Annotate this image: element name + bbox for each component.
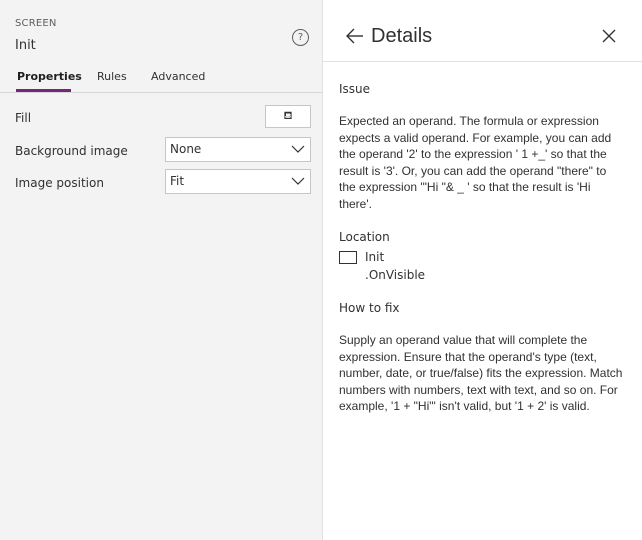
close-icon[interactable] — [601, 28, 617, 44]
background-image-dropdown[interactable]: None — [165, 137, 311, 162]
issue-heading: Issue — [339, 82, 371, 96]
back-arrow-icon[interactable] — [345, 27, 365, 45]
header-divider — [323, 61, 642, 62]
fill-label: Fill — [15, 111, 32, 125]
location-name[interactable]: Init — [365, 250, 384, 264]
tab-properties[interactable]: Properties — [17, 70, 82, 83]
help-icon[interactable]: ? — [292, 29, 309, 46]
background-image-value: None — [170, 142, 202, 156]
screen-name: Init — [15, 38, 36, 53]
image-position-dropdown[interactable]: Fit — [165, 169, 311, 194]
fix-heading: How to fix — [339, 301, 400, 315]
issue-description: Expected an operand. The formula or expr… — [339, 114, 612, 211]
tab-advanced[interactable]: Advanced — [151, 70, 205, 83]
image-position-label: Image position — [15, 176, 104, 190]
background-image-label: Background image — [15, 144, 128, 158]
fill-color-picker[interactable]: ⛾ — [265, 105, 311, 128]
details-panel: Details Issue Expected an operand. The f… — [323, 0, 642, 540]
property-tabs: Properties Rules Advanced — [0, 62, 322, 93]
chevron-down-icon — [291, 177, 305, 185]
fix-description: Supply an operand value that will comple… — [339, 333, 623, 413]
details-title: Details — [371, 25, 433, 47]
image-position-value: Fit — [170, 174, 185, 188]
location-heading: Location — [339, 230, 390, 244]
active-tab-indicator — [16, 89, 71, 92]
paint-bucket-icon: ⛾ — [283, 109, 293, 122]
screen-control-icon — [339, 251, 357, 264]
chevron-down-icon — [291, 145, 305, 153]
tab-rules[interactable]: Rules — [97, 70, 127, 83]
section-label: SCREEN — [15, 18, 57, 29]
properties-panel: SCREEN Init ? Properties Rules Advanced … — [0, 0, 323, 540]
location-property[interactable]: .OnVisible — [365, 268, 425, 282]
